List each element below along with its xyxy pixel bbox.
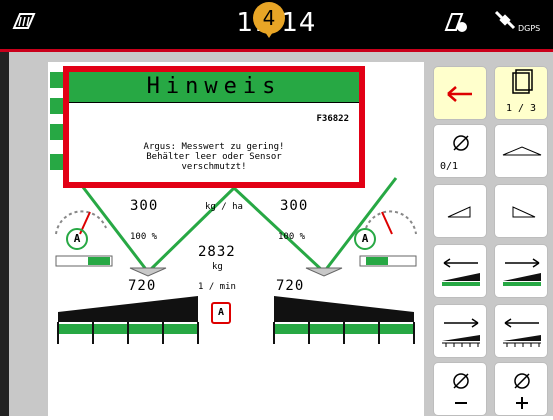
speed-unit: 1 / min [198,282,236,292]
section-left-increase-icon [442,318,480,347]
right-disc-speed: 720 [276,278,305,294]
section-control-icon [442,10,470,38]
left-edge [0,52,9,416]
section-right-decrease-icon [503,318,541,347]
back-button[interactable] [433,66,487,120]
minus-icon [453,373,469,404]
hopper-amount: 2832 [198,244,236,260]
right-section-increase-button[interactable] [494,244,548,298]
left-disc-speed: 720 [128,278,157,294]
gps-label: DGPS [518,24,541,33]
rate-increase-button[interactable] [494,362,548,416]
page-switch-button[interactable]: 1 / 3 [494,66,548,120]
left-boom-tip-button[interactable] [433,184,487,238]
status-bar: 11:14 4 DGPS [0,0,553,52]
rate-unit: kg / ha [205,202,243,212]
left-percent: 100 % [130,232,158,242]
section-left-decrease-icon [442,258,480,286]
dialog-message: Argus: Messwert zu gering! Behälter leer… [143,142,285,172]
left-section-increase-button[interactable] [433,304,487,358]
left-rate-value: 300 [130,198,159,214]
callout-badge: 4 [253,2,285,38]
plus-icon [514,373,530,409]
pages-icon [512,69,533,94]
section-right-increase-icon [503,258,541,286]
rate-decrease-button[interactable] [433,362,487,416]
page-indicator: 1 / 3 [505,103,537,114]
boom-left-icon [447,206,471,218]
boom-right-icon [512,206,536,218]
right-rate-value: 300 [280,198,309,214]
warning-dialog[interactable]: Hinweis F36822 Argus: Messwert zu gering… [63,66,365,188]
section-toggle-button[interactable]: 0/1 [433,124,487,178]
auto-left-icon: A [66,228,88,250]
gps-satellite-icon [494,10,516,38]
section-toggle-label: 0/1 [440,161,459,172]
section-off-icon [453,135,469,151]
boom-both-icon [502,146,542,156]
right-boom-tip-button[interactable] [494,184,548,238]
dialog-code: F36822 [316,114,349,124]
hopper-unit: kg [212,262,223,272]
arrow-left-icon [447,86,472,102]
dialog-title: Hinweis [69,72,359,103]
auto-right-icon: A [354,228,376,250]
both-boom-tip-button[interactable] [494,124,548,178]
auto-center-icon: A [211,302,231,324]
right-section-decrease-button[interactable] [494,304,548,358]
left-section-decrease-button[interactable] [433,244,487,298]
right-percent: 100 % [278,232,306,242]
